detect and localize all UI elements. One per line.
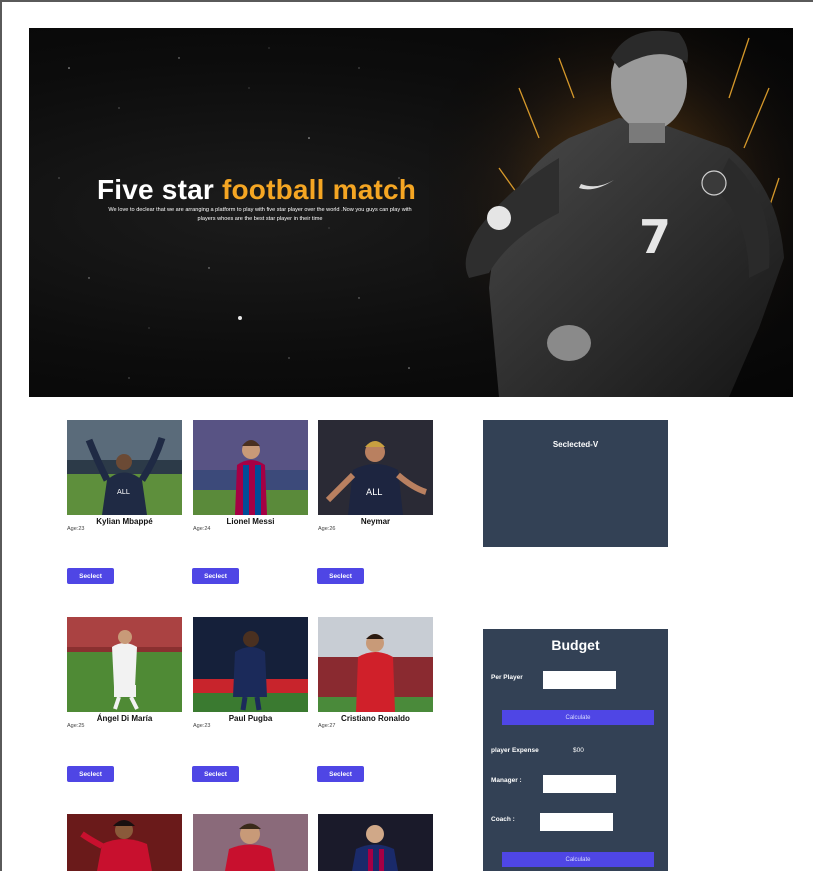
- select-button-di-maria[interactable]: Seclect: [67, 766, 114, 782]
- window-left-border: [0, 0, 2, 871]
- player-photo: [318, 814, 433, 871]
- player-card-neymar: ALL Neymar Age:26: [318, 420, 434, 533]
- player-age: Age:24: [193, 526, 211, 532]
- per-player-label: Per Player: [491, 674, 523, 681]
- player-name: Ángel Di María: [96, 714, 153, 723]
- player-photo: [193, 617, 308, 712]
- hero-banner: 7 Five star football match We love to de…: [29, 28, 793, 397]
- player-age: Age:23: [193, 723, 211, 729]
- calculate-total-button[interactable]: Calculate: [502, 852, 654, 867]
- player-name: Neymar: [360, 517, 391, 526]
- window-top-border: [0, 0, 813, 2]
- player-photo: [193, 814, 308, 871]
- budget-panel: Budget Per Player Calculate player Expen…: [483, 629, 668, 871]
- player-name: Kylian Mbappé: [96, 517, 153, 526]
- player-photo: [318, 617, 433, 712]
- player-photo: [67, 814, 182, 871]
- player-card-di-maria: Ángel Di María Age:25: [67, 617, 183, 730]
- coach-label: Coach :: [491, 816, 515, 823]
- player-photo: [67, 617, 182, 712]
- player-card-messi: Lionel Messi Age:24: [193, 420, 309, 533]
- player-name: Paul Pugba: [228, 714, 273, 723]
- player-card-bale: [193, 814, 309, 871]
- player-age: Age:23: [67, 526, 85, 532]
- select-button-messi[interactable]: Seclect: [192, 568, 239, 584]
- select-button-mbappe[interactable]: Seclect: [67, 568, 114, 584]
- per-player-input[interactable]: [543, 671, 616, 689]
- player-age: Age:27: [318, 723, 336, 729]
- svg-text:ALL: ALL: [366, 488, 382, 498]
- calculate-button[interactable]: Calculate: [502, 710, 654, 725]
- player-expense-value: $00: [573, 747, 584, 754]
- svg-text:ALL: ALL: [117, 488, 130, 496]
- manager-label: Manager :: [491, 777, 522, 784]
- select-button-neymar[interactable]: Seclect: [317, 568, 364, 584]
- player-card-salah: [67, 814, 183, 871]
- player-card-lewandowski: [318, 814, 434, 871]
- player-photo: ALL: [318, 420, 433, 515]
- selected-panel-title: Seclected-V: [552, 440, 599, 449]
- banner-title: Five star football match: [97, 174, 416, 206]
- select-button-pugba[interactable]: Seclect: [192, 766, 239, 782]
- player-card-mbappe: ALL Kylian Mbappé Age:23: [67, 420, 183, 533]
- banner-title-accent: football match: [221, 174, 417, 205]
- shirt-number: 7: [639, 210, 671, 264]
- player-name: Lionel Messi: [226, 517, 275, 526]
- manager-input[interactable]: [543, 775, 616, 793]
- player-card-ronaldo: Cristiano Ronaldo Age:27: [318, 617, 434, 730]
- player-photo: ALL: [67, 420, 182, 515]
- player-age: Age:25: [67, 723, 85, 729]
- player-hero-image: 7: [429, 28, 793, 397]
- coach-input[interactable]: [540, 813, 613, 831]
- selected-players-panel: Seclected-V: [483, 420, 668, 547]
- select-button-ronaldo[interactable]: Seclect: [317, 766, 364, 782]
- player-expense-label: player Expense: [491, 747, 539, 754]
- player-name: Cristiano Ronaldo: [341, 714, 410, 723]
- player-photo: [193, 420, 308, 515]
- player-card-pugba: Paul Pugba Age:23: [193, 617, 309, 730]
- budget-title: Budget: [551, 637, 600, 653]
- player-age: Age:26: [318, 526, 336, 532]
- banner-description: We love to declear that we are arranging…: [108, 207, 412, 222]
- banner-title-main: Five star: [97, 174, 222, 205]
